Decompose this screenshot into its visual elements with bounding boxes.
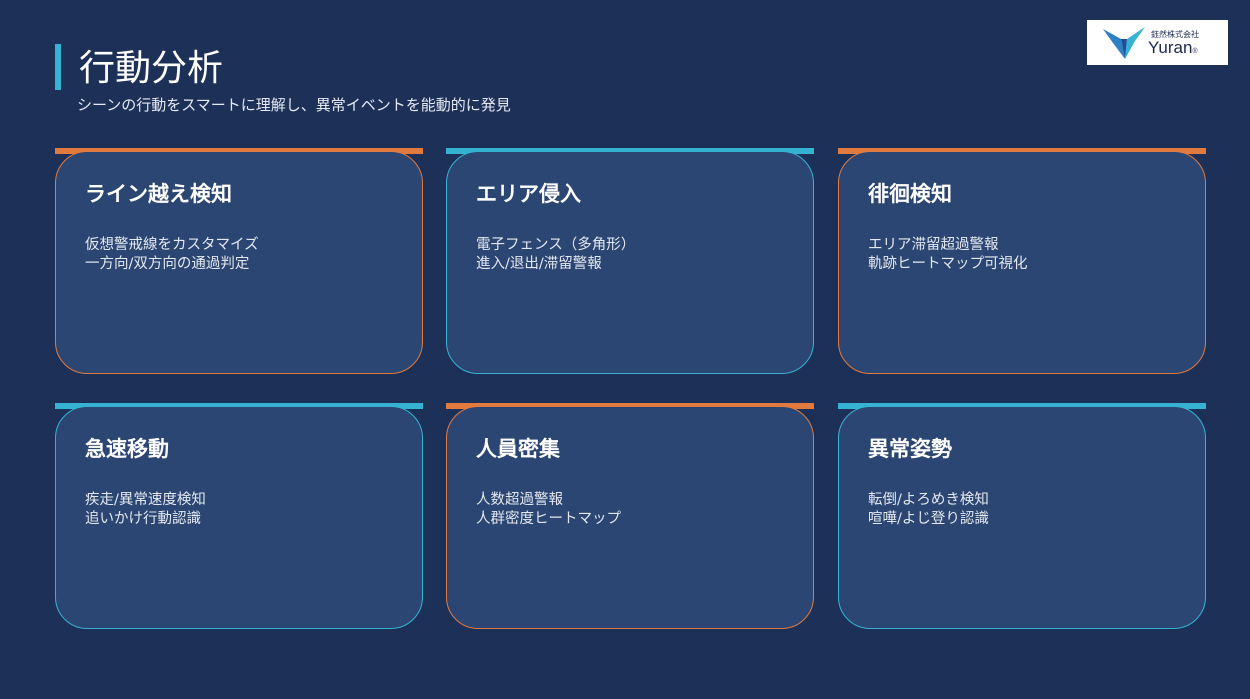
card-feature-line: 電子フェンス（多角形） bbox=[476, 237, 636, 253]
card-title: ライン越え検知 bbox=[85, 181, 232, 206]
logo-wing-icon bbox=[1103, 27, 1145, 59]
card-crowd-gathering[interactable]: 人員密集 人数超過警報 人群密度ヒートマップ bbox=[446, 406, 814, 629]
card-feature-line: エリア滞留超過警報 bbox=[868, 237, 999, 253]
card-area-intrusion[interactable]: エリア侵入 電子フェンス（多角形） 進入/退出/滞留警報 bbox=[446, 151, 814, 374]
page-title: 行動分析 bbox=[79, 48, 224, 89]
card-feature-line: 進入/退出/滞留警報 bbox=[476, 256, 602, 272]
logo-brand-name: Yuran® bbox=[1148, 38, 1198, 62]
card-feature-line: 一方向/双方向の通過判定 bbox=[85, 256, 250, 272]
card-feature-line: 軌跡ヒートマップ可視化 bbox=[868, 256, 1028, 272]
title-accent-bar bbox=[55, 44, 61, 90]
card-feature-line: 人群密度ヒートマップ bbox=[476, 511, 621, 527]
card-title: 人員密集 bbox=[476, 436, 560, 461]
card-rapid-movement[interactable]: 急速移動 疾走/異常速度検知 追いかけ行動認識 bbox=[55, 406, 423, 629]
company-logo: 鈺然株式会社 Yuran® bbox=[1087, 20, 1228, 65]
logo-brand-text: Yuran bbox=[1148, 38, 1193, 57]
page-subtitle: シーンの行動をスマートに理解し、異常イベントを能動的に発見 bbox=[77, 96, 511, 114]
card-title: 異常姿勢 bbox=[868, 436, 952, 461]
card-abnormal-posture[interactable]: 異常姿勢 転倒/よろめき検知 喧嘩/よじ登り認識 bbox=[838, 406, 1206, 629]
card-feature-line: 転倒/よろめき検知 bbox=[868, 492, 989, 508]
card-feature-line: 追いかけ行動認識 bbox=[85, 511, 201, 527]
card-feature-line: 仮想警戒線をカスタマイズ bbox=[85, 237, 259, 253]
card-title: 急速移動 bbox=[85, 436, 169, 461]
card-title: エリア侵入 bbox=[476, 181, 581, 206]
card-feature-line: 人数超過警報 bbox=[476, 492, 563, 508]
card-title: 徘徊検知 bbox=[868, 181, 952, 206]
card-line-crossing[interactable]: ライン越え検知 仮想警戒線をカスタマイズ 一方向/双方向の通過判定 bbox=[55, 151, 423, 374]
logo-registered-mark: ® bbox=[1192, 48, 1198, 55]
card-feature-line: 喧嘩/よじ登り認識 bbox=[868, 511, 989, 527]
card-feature-line: 疾走/異常速度検知 bbox=[85, 492, 206, 508]
card-loitering[interactable]: 徘徊検知 エリア滞留超過警報 軌跡ヒートマップ可視化 bbox=[838, 151, 1206, 374]
